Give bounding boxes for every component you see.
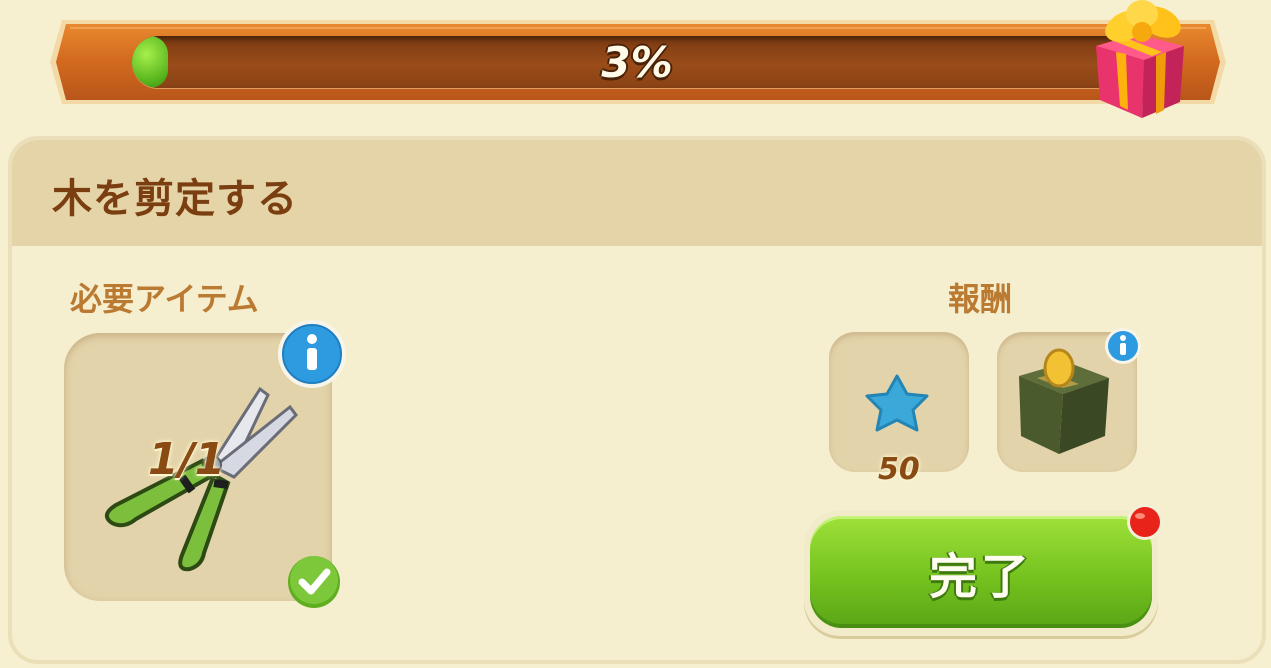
complete-button[interactable]: 完了: [804, 510, 1158, 636]
blue-star-icon: [865, 374, 929, 432]
progress-bar: 3%: [132, 36, 1142, 88]
reward-star-count: 50: [878, 452, 920, 487]
progress-percent: 3%: [601, 37, 673, 87]
info-icon[interactable]: [276, 318, 348, 390]
panel-header: 木を剪定する: [12, 140, 1262, 246]
check-icon: [288, 556, 340, 608]
task-screen: 3% 木を剪定する 必要アイテム 報酬 1/1 50 完了: [0, 0, 1271, 668]
notification-dot-icon: [1127, 504, 1163, 540]
required-items-label: 必要アイテム: [70, 280, 259, 318]
complete-button-label: 完了: [928, 549, 1033, 605]
progress-banner: 3%: [48, 0, 1228, 118]
task-title: 木を剪定する: [52, 176, 298, 222]
reward-card-star[interactable]: [829, 332, 969, 472]
rewards-label: 報酬: [948, 280, 1013, 318]
required-item-count: 1/1: [148, 434, 226, 485]
gift-box-icon[interactable]: [1076, 0, 1206, 126]
complete-button-face: 完了: [810, 516, 1152, 628]
reward-info-icon[interactable]: [1104, 327, 1142, 365]
